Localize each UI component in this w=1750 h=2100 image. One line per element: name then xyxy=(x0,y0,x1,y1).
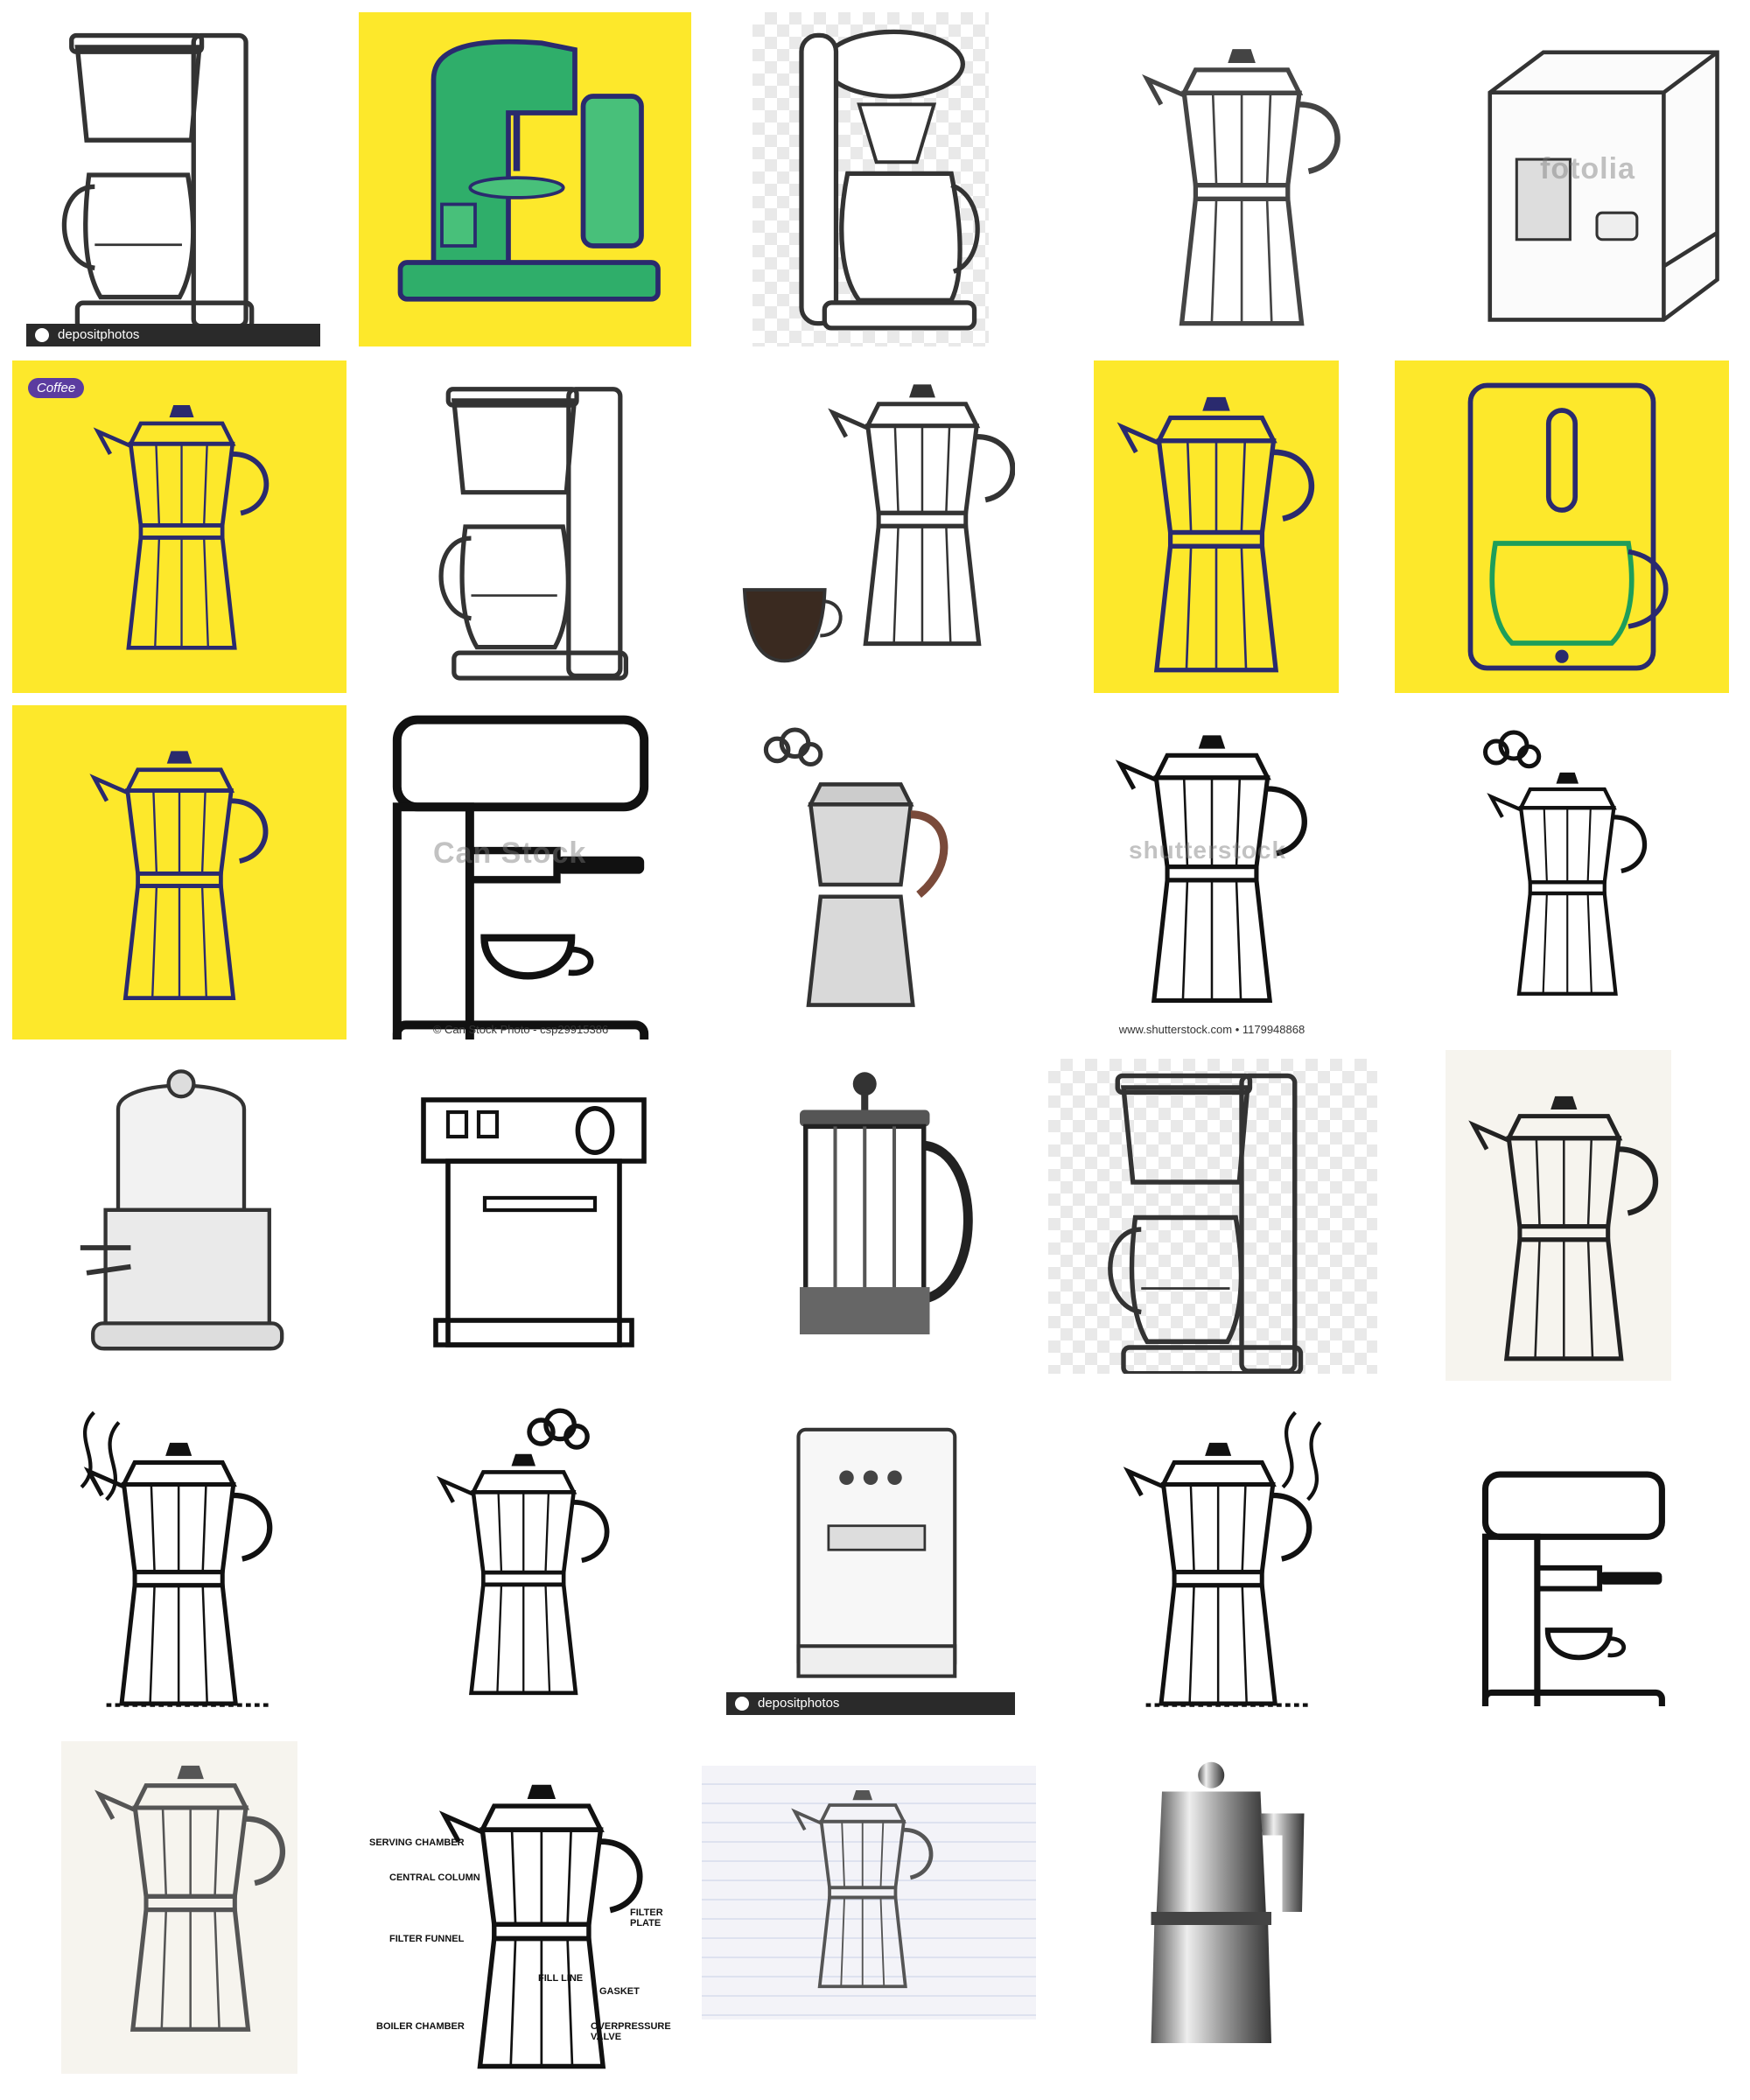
moka-pot-steam-outline-tile[interactable] xyxy=(1452,705,1671,1040)
moka-pot-yellow-drawing xyxy=(12,360,346,693)
espresso-machine-green-tile[interactable] xyxy=(359,12,691,346)
moka-pot-steam-engraving-2-drawing xyxy=(1094,1400,1348,1707)
moka-pot-steam-engraving-drawing xyxy=(54,1400,308,1707)
moka-pot-tall-outline-drawing xyxy=(1094,705,1330,1040)
moka-pot-steam-outline-2-tile[interactable] xyxy=(411,1400,648,1724)
moka-pot-yellow-drawing xyxy=(1094,360,1339,693)
french-press-tile[interactable] xyxy=(752,1059,989,1374)
watermark-text: depositphotos xyxy=(58,327,140,342)
espresso-machine-bold-outline-tile[interactable]: Can Stock © Can Stock Photo - csp2991538… xyxy=(368,705,674,1040)
espresso-machine-bold-drawing xyxy=(368,705,674,1040)
moka-pot-coffee-yellow-tile[interactable]: Coffee xyxy=(12,360,346,693)
image-credit: www.shutterstock.com • 1179948868 xyxy=(1118,1023,1306,1036)
vintage-espresso-machine-tile[interactable] xyxy=(54,1059,308,1374)
vintage-espresso-machine-drawing xyxy=(80,1069,284,1351)
moka-pot-steam-engraving-2-tile[interactable] xyxy=(1094,1400,1348,1724)
label-overpressure-valve: OVERPRESSURE VALVE xyxy=(591,2021,671,2042)
moka-pot-tall-outline-tile[interactable]: shutterstock www.shutterstock.com • 1179… xyxy=(1094,705,1330,1040)
drip-coffee-maker-detailed-tile[interactable] xyxy=(1048,1059,1377,1374)
moka-pot-diagram-tile[interactable]: SERVING CHAMBER CENTRAL COLUMN FILTER FU… xyxy=(368,1759,678,2082)
moka-pot-steam-outline-drawing xyxy=(1452,705,1671,1040)
moka-pot-ink-sketch-drawing xyxy=(1446,1050,1671,1381)
automatic-espresso-machine-tile[interactable]: fotolia xyxy=(1461,12,1732,346)
label-boiler-chamber: BOILER CHAMBER xyxy=(376,2021,465,2032)
espresso-machine-marker-drawing xyxy=(421,1097,647,1348)
moka-pot-pencil-study-tile[interactable] xyxy=(61,1741,298,2074)
moka-pot-steam-engraving-tile[interactable] xyxy=(54,1400,308,1724)
coffee-maker-yellow-tile[interactable] xyxy=(1395,360,1729,693)
stainless-moka-pot-photo-tile[interactable] xyxy=(1118,1741,1337,2082)
drip-coffee-maker-line-art-drawing xyxy=(411,360,646,693)
image-credit: © Can Stock Photo - csp29915386 xyxy=(432,1023,609,1036)
moka-pot-and-cup-tile[interactable] xyxy=(726,360,1015,693)
drip-coffee-maker-outline-drawing xyxy=(799,29,980,331)
super-automatic-espresso-tile[interactable]: depositphotos xyxy=(726,1400,1015,1724)
label-filter-funnel: FILTER FUNNEL xyxy=(389,1934,465,1944)
label-gasket: GASKET xyxy=(599,1986,640,1997)
moka-pot-small-yellow-tile[interactable] xyxy=(12,705,346,1040)
watermark-text: shutterstock xyxy=(1129,836,1287,864)
espresso-machine-green-drawing xyxy=(397,38,661,302)
moka-pot-steam-gray-drawing xyxy=(752,705,948,1007)
moka-pot-ink-sketch-tile[interactable] xyxy=(1446,1050,1671,1381)
label-fill-line: FILL LINE xyxy=(538,1973,584,1984)
moka-pot-outline-sheet-tile[interactable] xyxy=(1094,12,1378,346)
drip-coffee-maker-drawing xyxy=(26,12,320,346)
moka-pot-outline-drawing xyxy=(1094,12,1378,346)
french-press-drawing xyxy=(800,1072,973,1334)
espresso-machine-doodle-tile[interactable] xyxy=(1470,1452,1689,1706)
stainless-moka-pot-photo-drawing xyxy=(1151,1761,1305,2043)
label-central-column: CENTRAL COLUMN xyxy=(389,1872,480,1883)
drip-coffee-maker-detailed-drawing xyxy=(1048,1059,1377,1374)
super-automatic-espresso-drawing xyxy=(796,1427,957,1678)
label-filter-plate: FILTER PLATE xyxy=(630,1908,663,1928)
moka-pot-pencil-lined-paper-tile[interactable] xyxy=(702,1766,1036,2020)
moka-pot-yellow-tile[interactable] xyxy=(1094,360,1339,693)
drip-coffee-maker-sketch-tile[interactable]: depositphotos xyxy=(26,12,320,346)
moka-pot-and-cup-drawing xyxy=(742,360,1015,663)
moka-pot-pencil-lined-drawing xyxy=(702,1766,1036,2020)
stock-watermark-bar: depositphotos xyxy=(726,1692,1015,1715)
moka-pot-small-yellow-drawing xyxy=(12,705,346,1040)
moka-pot-steam-outline-2-drawing xyxy=(411,1400,648,1724)
moka-pot-steam-gray-tile[interactable] xyxy=(752,705,980,1040)
label-serving-chamber: SERVING CHAMBER xyxy=(369,1838,465,1848)
watermark-text: Can Stock xyxy=(433,836,587,870)
drip-coffee-maker-outline-tile[interactable] xyxy=(752,12,989,346)
stock-watermark-bar: depositphotos xyxy=(26,324,320,346)
coffee-maker-yellow-drawing xyxy=(1467,382,1669,671)
espresso-machine-doodle-drawing xyxy=(1470,1452,1689,1706)
drip-coffee-maker-line-art-tile[interactable] xyxy=(411,360,646,693)
espresso-machine-marker-tile[interactable] xyxy=(411,1059,656,1374)
moka-pot-pencil-study-drawing xyxy=(61,1741,298,2074)
watermark-text: depositphotos xyxy=(758,1696,840,1711)
watermark-text: fotolia xyxy=(1540,152,1635,186)
